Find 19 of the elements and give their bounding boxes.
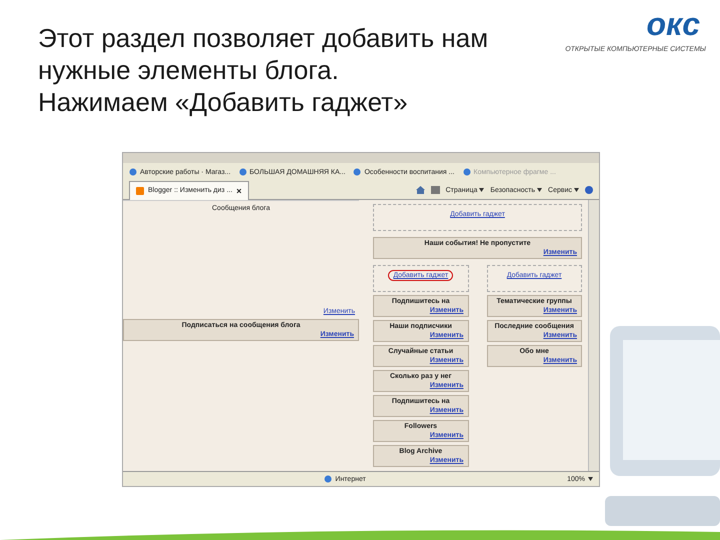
browser-icon bbox=[129, 168, 137, 176]
browser-icon bbox=[462, 168, 470, 176]
blogger-icon bbox=[136, 186, 144, 194]
close-icon[interactable]: × bbox=[236, 186, 242, 196]
browser-icon bbox=[238, 168, 247, 176]
slide-title-line: Нажимаем «Добавить гаджет» bbox=[38, 86, 408, 118]
caret-icon bbox=[588, 477, 594, 481]
help-icon[interactable] bbox=[585, 186, 593, 194]
slide-title-line: Этот раздел позволяет добавить нам bbox=[38, 22, 488, 54]
slide-title-line: нужные элементы блога. bbox=[38, 54, 339, 86]
caret-icon bbox=[479, 188, 484, 192]
caret-icon bbox=[574, 188, 579, 192]
browser-icon bbox=[353, 168, 362, 176]
scrollbar[interactable] bbox=[588, 200, 599, 471]
print-icon[interactable] bbox=[430, 186, 440, 194]
browser-icon bbox=[324, 475, 332, 483]
home-icon[interactable] bbox=[416, 186, 425, 194]
caret-icon bbox=[537, 188, 542, 192]
company-logo: окс bbox=[646, 6, 700, 42]
